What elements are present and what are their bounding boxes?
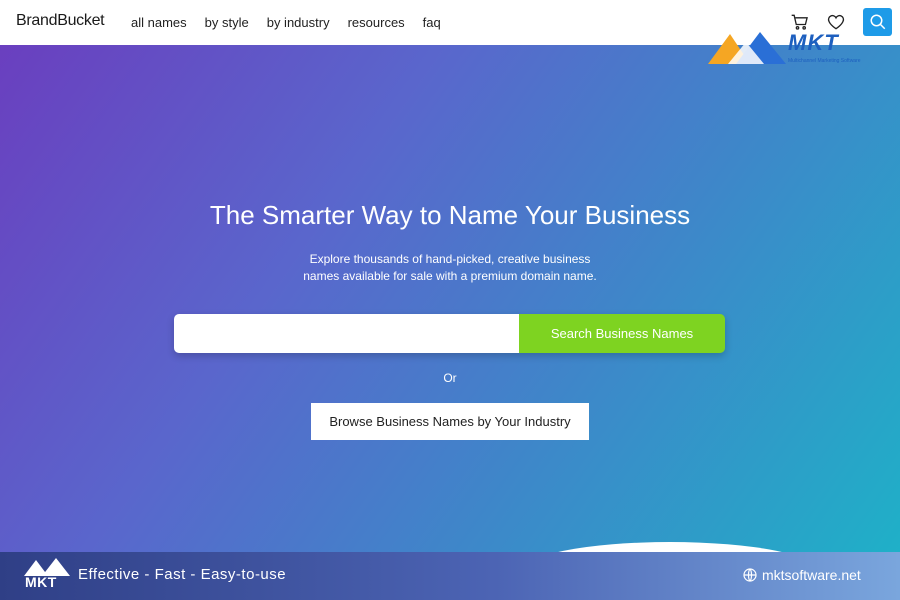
or-divider-text: Or (443, 371, 457, 385)
search-icon (870, 14, 885, 30)
nav-search-button[interactable] (863, 8, 892, 36)
business-name-search-input[interactable] (174, 314, 519, 353)
footer-tagline: Effective - Fast - Easy-to-use (78, 566, 287, 583)
search-business-names-button[interactable]: Search Business Names (519, 314, 725, 353)
mkt-mountain-icon (24, 558, 70, 576)
globe-icon (743, 568, 757, 582)
brand-logo[interactable]: BrandBucket (16, 12, 105, 30)
hero-subtext: Explore thousands of hand-picked, creati… (303, 252, 597, 283)
nav-links: all names by style by industry resources… (131, 15, 441, 30)
nav-link-all-names[interactable]: all names (131, 15, 187, 30)
footer-website: mktsoftware.net (742, 567, 861, 583)
footer-website-text[interactable]: mktsoftware.net (762, 567, 861, 583)
nav-link-by-style[interactable]: by style (205, 15, 249, 30)
business-search-form: Search Business Names (174, 314, 725, 353)
browse-by-industry-button[interactable]: Browse Business Names by Your Industry (311, 403, 589, 440)
hero-wave-shape (520, 542, 820, 552)
footer-banner: MKT Effective - Fast - Easy-to-use mktso… (0, 552, 900, 600)
footer-logo-text: MKT (25, 574, 57, 590)
mkt-watermark: MKT Multichannel Marketing Software (706, 28, 866, 68)
mkt-logo-icon (708, 32, 786, 64)
mkt-watermark-subtext: Multichannel Marketing Software (788, 58, 861, 64)
footer-mkt-logo: MKT (22, 556, 72, 596)
nav-link-faq[interactable]: faq (423, 15, 441, 30)
nav-link-by-industry[interactable]: by industry (267, 15, 330, 30)
page-title: The Smarter Way to Name Your Business (209, 200, 691, 230)
hero-section: The Smarter Way to Name Your Business Ex… (0, 45, 900, 552)
mkt-watermark-text: MKT (788, 30, 839, 55)
nav-link-resources[interactable]: resources (348, 15, 405, 30)
